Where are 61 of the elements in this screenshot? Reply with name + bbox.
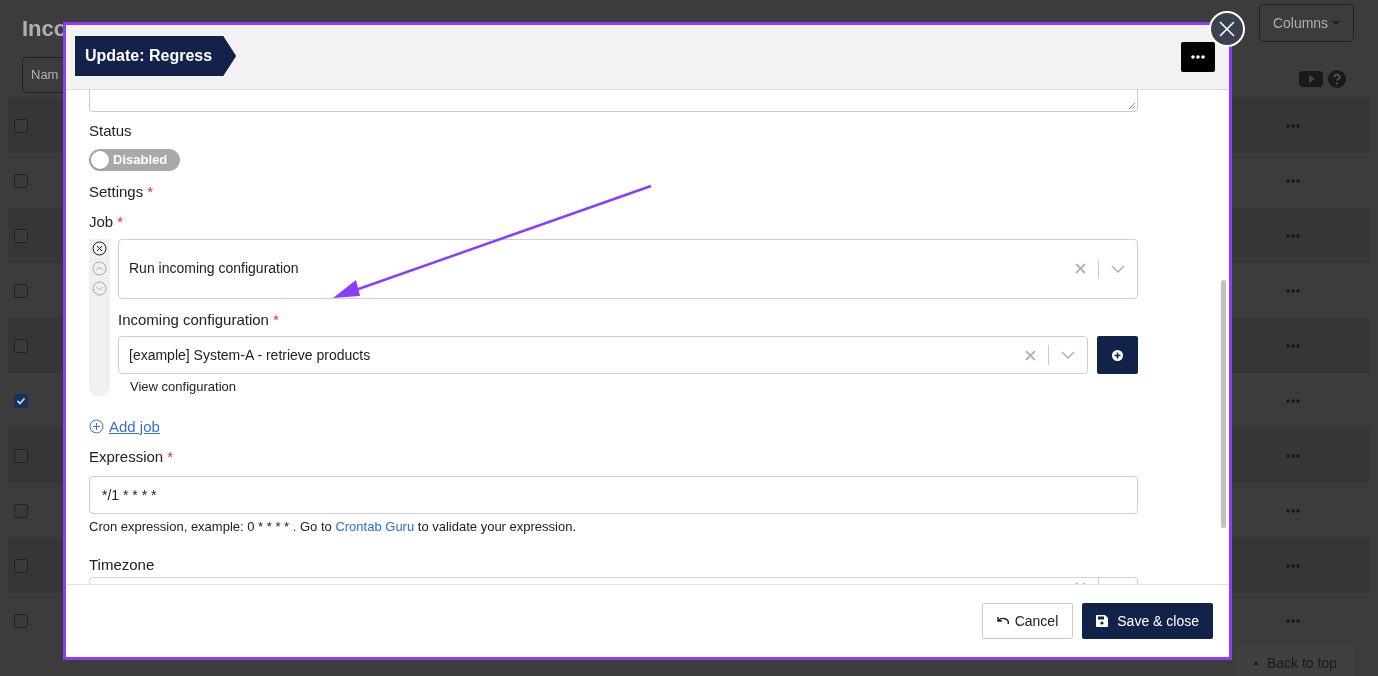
move-down-icon[interactable] <box>92 280 107 296</box>
more-icon[interactable] <box>1286 618 1300 623</box>
resize-handle-icon[interactable] <box>1128 102 1136 110</box>
dialog-title: Update: Regress <box>75 36 237 76</box>
help-text: Cron expression, example: 0 * * * * . Go to Crontab Guru to validate your expression. <box>89 517 578 536</box>
add-configuration-button[interactable] <box>1097 336 1138 374</box>
field-label: Expression <box>89 447 164 467</box>
field-label: Incoming configuration <box>118 309 269 330</box>
required-mark: * <box>117 212 124 232</box>
clear-icon[interactable] <box>1075 263 1086 274</box>
more-button[interactable] <box>1181 42 1215 72</box>
row-checkbox[interactable] <box>14 613 28 628</box>
check-icon <box>16 395 26 406</box>
more-icon[interactable] <box>1286 453 1300 458</box>
undo-icon <box>996 616 1009 626</box>
more-icon[interactable] <box>1286 563 1300 568</box>
clear-icon[interactable] <box>1025 349 1036 361</box>
row-checkbox[interactable] <box>14 118 28 133</box>
more-icon <box>1191 55 1205 59</box>
more-icon[interactable] <box>1286 343 1300 348</box>
more-icon[interactable] <box>1286 123 1300 128</box>
video-icon[interactable] <box>1299 71 1323 87</box>
field-label: Timezone <box>89 555 156 575</box>
job-select[interactable]: Run incoming configuration <box>118 238 1138 299</box>
chevron-down-icon <box>1061 351 1075 359</box>
row-checkbox[interactable] <box>14 448 28 463</box>
help-icon[interactable] <box>1328 70 1346 88</box>
add-job-link[interactable]: Add job <box>89 415 160 438</box>
close-icon <box>1218 20 1236 38</box>
plus-icon <box>1112 349 1123 361</box>
row-checkbox[interactable] <box>14 393 28 408</box>
more-icon[interactable] <box>1286 398 1300 403</box>
more-icon[interactable] <box>1286 288 1300 293</box>
more-icon[interactable] <box>1286 233 1300 238</box>
columns-button[interactable]: Columns <box>1259 4 1354 42</box>
row-checkbox[interactable] <box>14 283 28 298</box>
configuration-select[interactable]: [example] System-A - retrieve products <box>118 336 1088 374</box>
required-mark: * <box>167 447 174 467</box>
chevron-down-icon <box>1111 264 1125 273</box>
plus-circle-icon <box>89 419 104 435</box>
close-button[interactable] <box>1209 11 1245 47</box>
row-checkbox[interactable] <box>14 338 28 353</box>
remove-icon[interactable] <box>92 240 107 256</box>
field-label: Status <box>89 121 133 141</box>
expression-input[interactable]: */1 * * * * <box>89 475 1138 514</box>
crontab-guru-link[interactable]: Crontab Guru <box>335 518 415 534</box>
save-close-button[interactable]: Save & close <box>1082 603 1213 639</box>
cancel-button[interactable]: Cancel <box>981 603 1074 639</box>
field-label: Settings <box>89 181 144 202</box>
field-label: Job <box>89 212 114 232</box>
row-checkbox[interactable] <box>14 173 28 188</box>
row-checkbox[interactable] <box>14 558 28 573</box>
scrollbar-thumb[interactable] <box>1221 280 1226 528</box>
required-mark: * <box>147 181 154 202</box>
required-mark: * <box>272 309 279 330</box>
more-icon[interactable] <box>1286 178 1300 183</box>
view-configuration-link[interactable]: View configuration <box>130 377 236 397</box>
row-checkbox[interactable] <box>14 503 28 518</box>
more-icon[interactable] <box>1286 508 1300 513</box>
save-icon <box>1096 615 1109 627</box>
row-checkbox[interactable] <box>14 228 28 243</box>
